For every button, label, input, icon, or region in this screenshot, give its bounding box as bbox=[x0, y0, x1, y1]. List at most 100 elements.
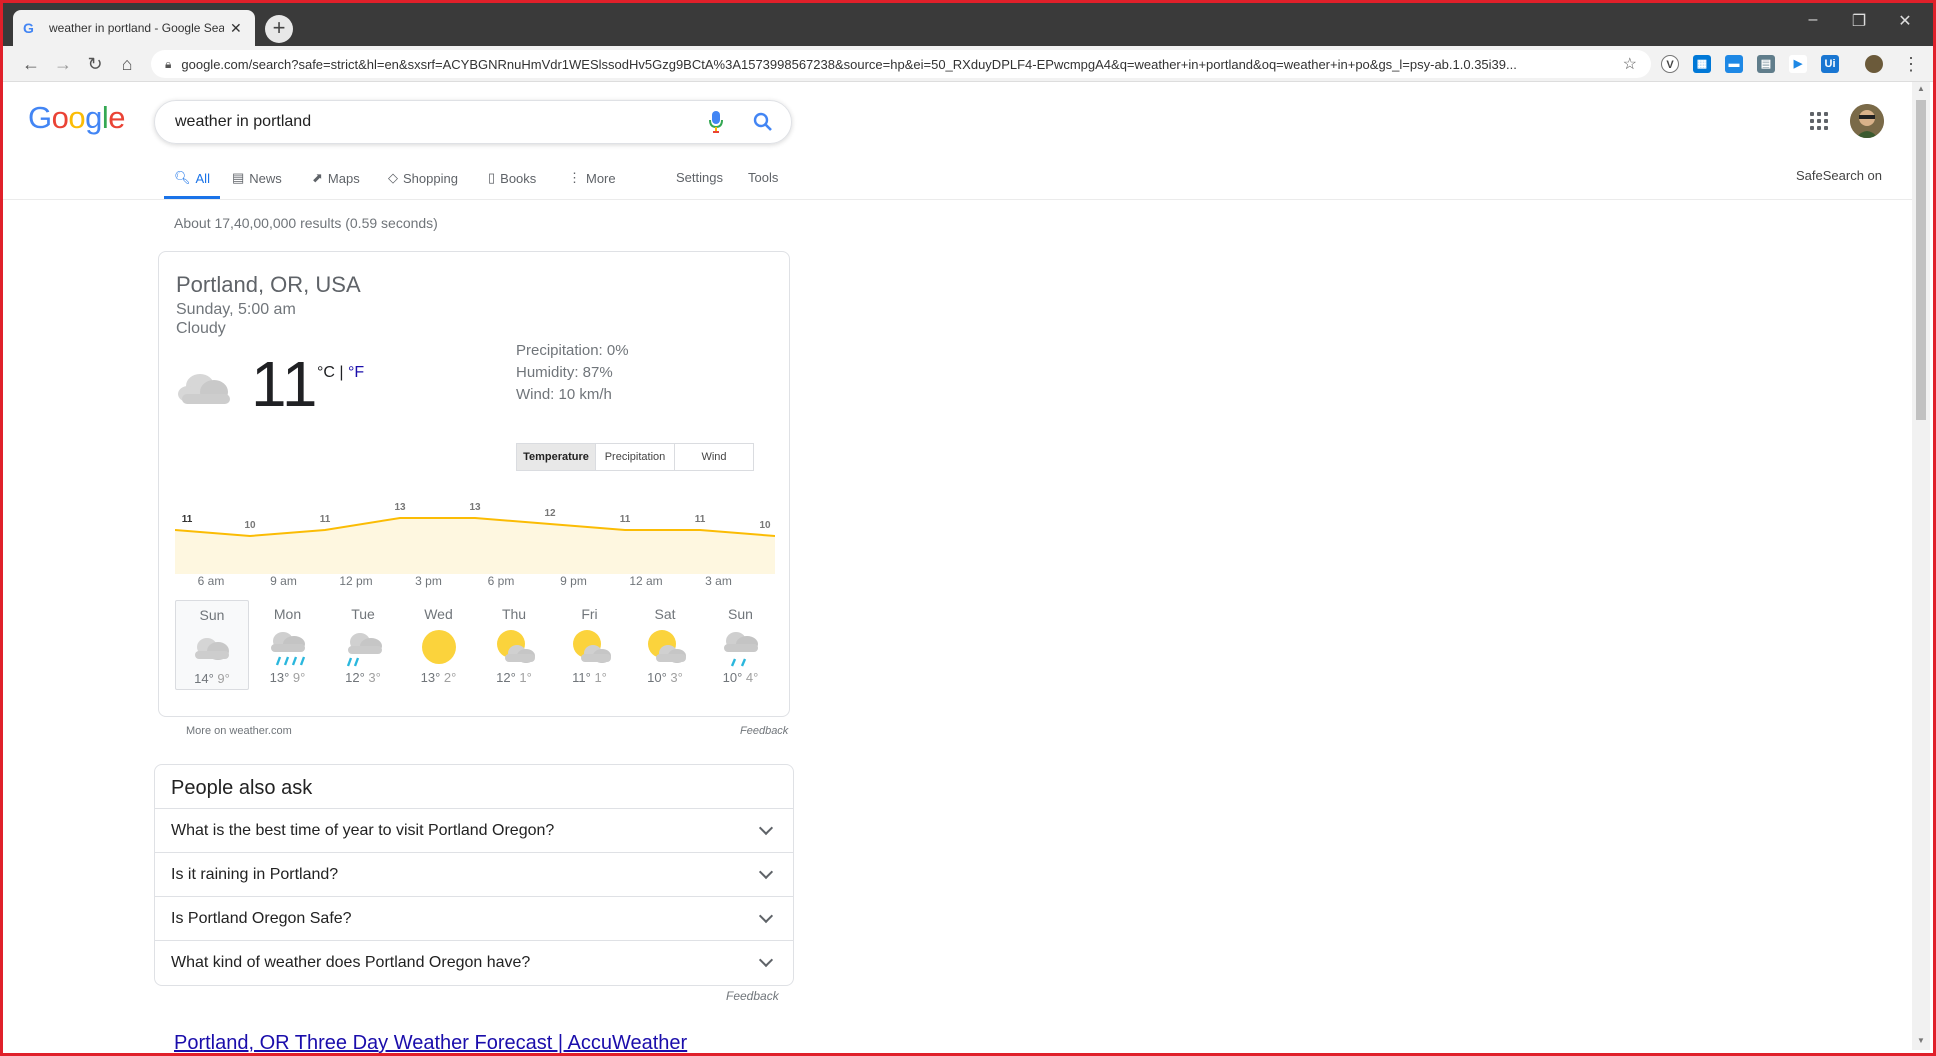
tab-shopping-label: Shopping bbox=[403, 170, 458, 186]
weather-location: Portland, OR, USA bbox=[176, 272, 361, 297]
forecast-day[interactable]: Sun 14° 9° bbox=[175, 600, 249, 690]
tab-books[interactable]: ▯ Books bbox=[488, 170, 536, 186]
page-scrollbar[interactable]: ▲ ▼ bbox=[1912, 82, 1930, 1050]
celsius-unit[interactable]: °C bbox=[317, 364, 335, 381]
paa-question-text: What kind of weather does Portland Orego… bbox=[171, 953, 531, 971]
precipitation-text: Precipitation: 0% bbox=[516, 342, 629, 359]
google-apps-icon[interactable] bbox=[1810, 112, 1828, 130]
tab-all[interactable]: 🔍︎ All bbox=[174, 170, 210, 186]
menu-icon[interactable]: ⋮ bbox=[1899, 52, 1923, 76]
tab-books-label: Books bbox=[500, 170, 537, 186]
url-text[interactable]: google.com/search?safe=strict&hl=en&sxsr… bbox=[181, 57, 1616, 72]
paa-question[interactable]: What is the best time of year to visit P… bbox=[155, 808, 793, 852]
hour-label: 9 am bbox=[270, 574, 297, 588]
reload-icon[interactable]: ↻ bbox=[83, 52, 107, 76]
forecast-day-name: Thu bbox=[501, 606, 527, 622]
grid-extension-icon[interactable]: ▤ bbox=[1757, 55, 1775, 73]
tab-shopping[interactable]: ◇ Shopping bbox=[388, 170, 458, 186]
tab-more[interactable]: ⋮ More bbox=[568, 170, 616, 186]
lock-icon: 🔒︎ bbox=[165, 56, 172, 71]
weather-card: Portland, OR, USA Sunday, 5:00 am Cloudy… bbox=[158, 251, 790, 717]
minimize-button[interactable]: – bbox=[1798, 11, 1828, 29]
scroll-thumb[interactable] bbox=[1916, 100, 1926, 420]
temperature-label: 11 bbox=[695, 514, 706, 525]
forecast-day-name: Mon bbox=[273, 606, 302, 622]
paa-question[interactable]: Is Portland Oregon Safe? bbox=[155, 896, 793, 940]
more-weather-link[interactable]: More on weather.com bbox=[186, 725, 292, 737]
weather-time: Sunday, 5:00 am bbox=[176, 301, 296, 318]
hour-label: 3 am bbox=[705, 574, 732, 588]
bookmark-star-icon[interactable]: ☆ bbox=[1623, 54, 1637, 74]
home-icon[interactable]: ⌂ bbox=[115, 52, 139, 76]
precipitation-tab[interactable]: Precipitation bbox=[596, 444, 675, 470]
close-window-button[interactable]: ✕ bbox=[1890, 11, 1920, 31]
tab-tools-label: Tools bbox=[748, 170, 779, 185]
chevron-down-icon bbox=[758, 864, 774, 879]
new-tab-button[interactable]: + bbox=[265, 15, 293, 43]
play-extension-icon[interactable]: ▶ bbox=[1789, 55, 1807, 73]
temperature-label: 11 bbox=[182, 514, 193, 525]
forecast-day[interactable]: Fri 11° 1° bbox=[553, 600, 627, 690]
forecast-temps: 12° 1° bbox=[477, 670, 551, 685]
back-icon[interactable]: ← bbox=[19, 52, 43, 76]
forecast-day[interactable]: Sun 10° 4° bbox=[704, 600, 778, 690]
tab-close-icon[interactable]: ✕ bbox=[230, 20, 242, 37]
hourly-time-labels: 6 am 9 am 12 pm 3 pm 6 pm 9 pm 12 am 3 am bbox=[175, 574, 775, 594]
weather-condition: Cloudy bbox=[176, 320, 226, 337]
forecast-low: 1° bbox=[519, 670, 532, 685]
forecast-temps: 10° 4° bbox=[704, 670, 778, 685]
wind-tab[interactable]: Wind bbox=[675, 444, 753, 470]
forecast-day[interactable]: Tue 12° 3° bbox=[326, 600, 400, 690]
paa-feedback-link[interactable]: Feedback bbox=[726, 989, 779, 1003]
paa-question[interactable]: Is it raining in Portland? bbox=[155, 852, 793, 896]
forecast-day-name: Sun bbox=[199, 607, 225, 623]
v-extension-icon[interactable]: V bbox=[1661, 55, 1679, 73]
search-box[interactable]: weather in portland bbox=[154, 100, 792, 144]
hour-label: 6 pm bbox=[487, 574, 515, 588]
forward-icon[interactable]: → bbox=[51, 52, 75, 76]
forecast-temps: 13° 9° bbox=[251, 670, 325, 685]
tab-maps[interactable]: ⬈ Maps bbox=[312, 170, 360, 186]
google-logo[interactable]: Google bbox=[28, 100, 126, 136]
paa-question[interactable]: What kind of weather does Portland Orego… bbox=[155, 940, 793, 984]
address-bar[interactable]: 🔒︎ google.com/search?safe=strict&hl=en&s… bbox=[151, 50, 1651, 78]
search-input[interactable]: weather in portland bbox=[175, 113, 709, 131]
forecast-low: 3° bbox=[368, 670, 381, 685]
hour-label: 3 pm bbox=[415, 574, 442, 588]
search-icon[interactable] bbox=[753, 112, 773, 132]
cloud-icon bbox=[176, 364, 236, 412]
browser-tab[interactable]: G weather in portland - Google Sea ✕ bbox=[13, 10, 255, 46]
weather-feedback-link[interactable]: Feedback bbox=[740, 725, 788, 737]
temperature-tab[interactable]: Temperature bbox=[517, 444, 596, 470]
profile-icon[interactable] bbox=[1865, 55, 1883, 73]
forecast-day[interactable]: Mon 13° 9° bbox=[251, 600, 325, 690]
forecast-temps: 12° 3° bbox=[326, 670, 400, 685]
ui-extension-icon[interactable]: Ui bbox=[1821, 55, 1839, 73]
rain-icon bbox=[265, 626, 311, 668]
windows-extension-icon[interactable]: ▦ bbox=[1693, 55, 1711, 73]
forecast-day[interactable]: Thu 12° 1° bbox=[477, 600, 551, 690]
temperature-label: 10 bbox=[244, 520, 256, 531]
forecast-day[interactable]: Sat 10° 3° bbox=[628, 600, 702, 690]
cloudy-icon bbox=[189, 627, 235, 669]
hourly-temperature-chart[interactable]: 11 10 11 13 13 12 11 11 10 bbox=[175, 484, 775, 584]
microphone-icon[interactable] bbox=[709, 111, 723, 133]
paa-question-text: Is it raining in Portland? bbox=[171, 865, 339, 883]
scroll-down-icon[interactable]: ▼ bbox=[1916, 1036, 1926, 1045]
tab-tools[interactable]: Tools bbox=[748, 170, 778, 185]
avatar[interactable] bbox=[1850, 104, 1884, 138]
people-also-ask: People also ask What is the best time of… bbox=[154, 764, 794, 986]
fahrenheit-unit[interactable]: °F bbox=[348, 364, 364, 381]
result-title-link[interactable]: Portland, OR Three Day Weather Forecast … bbox=[174, 1032, 687, 1055]
forecast-high: 13° bbox=[269, 670, 293, 685]
tab-settings[interactable]: Settings bbox=[676, 170, 723, 185]
forecast-high: 13° bbox=[420, 670, 444, 685]
forecast-day[interactable]: Wed 13° 2° bbox=[402, 600, 476, 690]
blue-extension-icon[interactable]: ▬ bbox=[1725, 55, 1743, 73]
scroll-up-icon[interactable]: ▲ bbox=[1916, 84, 1926, 93]
news-icon: ▤ bbox=[232, 170, 245, 185]
tab-news[interactable]: ▤ News bbox=[232, 170, 282, 186]
book-icon: ▯ bbox=[488, 170, 496, 185]
forecast-temps: 10° 3° bbox=[628, 670, 702, 685]
restore-button[interactable]: ❐ bbox=[1844, 11, 1874, 31]
